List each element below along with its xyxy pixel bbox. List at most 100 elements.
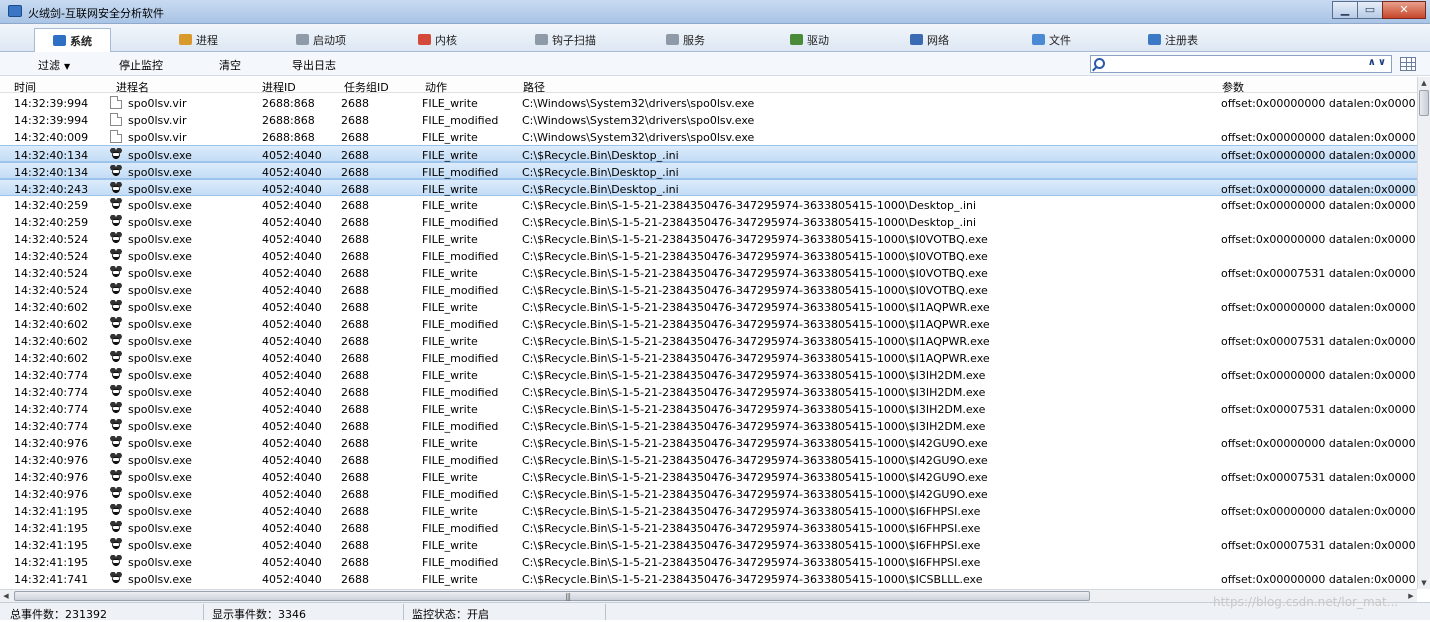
cell-name: spo0lsv.exe — [128, 437, 192, 450]
table-row[interactable]: 14:32:40:602 spo0lsv.exe 4052:4040 2688 FILE… — [0, 298, 1417, 315]
tab-network[interactable]: 网络 — [910, 27, 949, 52]
table-row[interactable]: 14:32:40:134 spo0lsv.exe 4052:4040 2688 FILE… — [0, 162, 1417, 179]
table-row[interactable]: 14:32:41:195 spo0lsv.exe 4052:4040 2688 FILE… — [0, 536, 1417, 553]
vertical-scrollbar[interactable]: ▲ ▼ — [1417, 77, 1430, 589]
search-next-icon[interactable]: ∨ — [1378, 57, 1388, 68]
startup-icon — [296, 34, 309, 45]
clear-button[interactable]: 清空 — [219, 57, 241, 73]
scroll-right-icon[interactable]: ▶ — [1405, 590, 1417, 602]
cell-task: 2688 — [341, 505, 369, 518]
table-row[interactable]: 14:32:40:602 spo0lsv.exe 4052:4040 2688 FILE… — [0, 349, 1417, 366]
cell-name: spo0lsv.exe — [128, 522, 192, 535]
cell-task: 2688 — [341, 352, 369, 365]
cell-time: 14:32:41:741 — [14, 573, 89, 586]
cell-task: 2688 — [341, 386, 369, 399]
cell-path: C:\$Recycle.Bin\S-1-5-21-2384350476-3472… — [522, 284, 988, 297]
cell-path: C:\$Recycle.Bin\S-1-5-21-2384350476-3472… — [522, 369, 986, 382]
table-row[interactable]: 14:32:40:259 spo0lsv.exe 4052:4040 2688 FILE… — [0, 196, 1417, 213]
tab-monitor[interactable]: 系统 — [34, 28, 111, 53]
table-row[interactable]: 14:32:40:259 spo0lsv.exe 4052:4040 2688 FILE… — [0, 213, 1417, 230]
cell-action: FILE_modified — [422, 556, 499, 569]
tab-registry[interactable]: 注册表 — [1148, 27, 1198, 52]
cell-time: 14:32:40:602 — [14, 318, 89, 331]
horizontal-scroll-thumb[interactable]: ||| — [14, 591, 1090, 601]
table-row[interactable]: 14:32:39:994 spo0lsv.vir 2688:868 2688 FILE_… — [0, 94, 1417, 111]
cell-path: C:\$Recycle.Bin\S-1-5-21-2384350476-3472… — [522, 386, 986, 399]
process-icon — [179, 34, 192, 45]
virus-process-icon — [110, 453, 122, 466]
scroll-left-icon[interactable]: ◀ — [0, 590, 12, 602]
export-log-button[interactable]: 导出日志 — [292, 57, 336, 73]
horizontal-scrollbar[interactable]: ◀ ||| ▶ — [0, 589, 1417, 602]
table-row[interactable]: 14:32:40:774 spo0lsv.exe 4052:4040 2688 FILE… — [0, 417, 1417, 434]
table-row[interactable]: 14:32:41:195 spo0lsv.exe 4052:4040 2688 FILE… — [0, 553, 1417, 570]
table-row[interactable]: 14:32:41:741 spo0lsv.exe 4052:4040 2688 FILE… — [0, 570, 1417, 587]
cell-time: 14:32:40:602 — [14, 352, 89, 365]
column-time[interactable]: 时间 — [14, 79, 36, 95]
tab-file[interactable]: 文件 — [1032, 27, 1071, 52]
search-input[interactable] — [1109, 57, 1349, 71]
cell-path: C:\$Recycle.Bin\S-1-5-21-2384350476-3472… — [522, 318, 990, 331]
minimize-button[interactable]: ▁ — [1332, 1, 1358, 19]
table-row[interactable]: 14:32:40:243 spo0lsv.exe 4052:4040 2688 FILE… — [0, 179, 1417, 196]
table-row[interactable]: 14:32:40:134 spo0lsv.exe 4052:4040 2688 FILE… — [0, 145, 1417, 162]
table-row[interactable]: 14:32:40:524 spo0lsv.exe 4052:4040 2688 FILE… — [0, 230, 1417, 247]
tab-startup[interactable]: 启动项 — [296, 27, 346, 52]
table-row[interactable]: 14:32:39:994 spo0lsv.vir 2688:868 2688 FILE_… — [0, 111, 1417, 128]
table-row[interactable]: 14:32:40:976 spo0lsv.exe 4052:4040 2688 FILE… — [0, 468, 1417, 485]
cell-path: C:\$Recycle.Bin\S-1-5-21-2384350476-3472… — [522, 301, 990, 314]
table-row[interactable]: 14:32:40:524 spo0lsv.exe 4052:4040 2688 FILE… — [0, 247, 1417, 264]
scroll-up-icon[interactable]: ▲ — [1418, 77, 1430, 89]
column-path[interactable]: 路径 — [523, 79, 545, 95]
vertical-scroll-thumb[interactable] — [1419, 90, 1429, 116]
table-row[interactable]: 14:32:41:195 spo0lsv.exe 4052:4040 2688 FILE… — [0, 519, 1417, 536]
table-row[interactable]: 14:32:40:602 spo0lsv.exe 4052:4040 2688 FILE… — [0, 332, 1417, 349]
filter-button[interactable]: 过滤 ▼ — [38, 57, 70, 73]
column-task-group[interactable]: 任务组ID — [344, 79, 389, 95]
maximize-button[interactable]: ▭ — [1357, 1, 1383, 19]
table-row[interactable]: 14:32:40:524 spo0lsv.exe 4052:4040 2688 FILE… — [0, 281, 1417, 298]
tab-service[interactable]: 服务 — [666, 27, 705, 52]
cell-path: C:\$Recycle.Bin\S-1-5-21-2384350476-3472… — [522, 267, 988, 280]
table-row[interactable]: 14:32:41:195 spo0lsv.exe 4052:4040 2688 FILE… — [0, 502, 1417, 519]
cell-pid: 4052:4040 — [262, 166, 322, 179]
search-prev-icon[interactable]: ∧ — [1368, 57, 1378, 68]
column-params[interactable]: 参数 — [1222, 79, 1244, 95]
table-row[interactable]: 14:32:40:976 spo0lsv.exe 4052:4040 2688 FILE… — [0, 434, 1417, 451]
cell-task: 2688 — [341, 301, 369, 314]
table-row[interactable]: 14:32:40:774 spo0lsv.exe 4052:4040 2688 FILE… — [0, 366, 1417, 383]
scroll-down-icon[interactable]: ▼ — [1418, 577, 1430, 589]
tab-hook[interactable]: 钩子扫描 — [535, 27, 596, 52]
cell-action: FILE_write — [422, 335, 478, 348]
column-settings-icon[interactable] — [1400, 57, 1416, 71]
table-row[interactable]: 14:32:40:602 spo0lsv.exe 4052:4040 2688 FILE… — [0, 315, 1417, 332]
tab-driver[interactable]: 驱动 — [790, 27, 829, 52]
cell-name: spo0lsv.exe — [128, 216, 192, 229]
virus-process-icon — [110, 470, 122, 483]
tab-label: 系统 — [70, 34, 92, 48]
column-action[interactable]: 动作 — [425, 79, 447, 95]
table-row[interactable]: 14:32:40:976 spo0lsv.exe 4052:4040 2688 FILE… — [0, 485, 1417, 502]
table-row[interactable]: 14:32:40:774 spo0lsv.exe 4052:4040 2688 FILE… — [0, 383, 1417, 400]
table-row[interactable]: 14:32:40:774 spo0lsv.exe 4052:4040 2688 FILE… — [0, 400, 1417, 417]
tab-process[interactable]: 进程 — [179, 27, 218, 52]
cell-path: C:\$Recycle.Bin\S-1-5-21-2384350476-3472… — [522, 539, 981, 552]
cell-action: FILE_modified — [422, 114, 499, 127]
cell-path: C:\Windows\System32\drivers\spo0lsv.exe — [522, 114, 755, 127]
tab-kernel[interactable]: 内核 — [418, 27, 457, 52]
virus-process-icon — [110, 317, 122, 330]
cell-path: C:\$Recycle.Bin\Desktop_.ini — [522, 149, 679, 162]
cell-task: 2688 — [341, 488, 369, 501]
column-pid[interactable]: 进程ID — [262, 79, 296, 95]
table-row[interactable]: 14:32:40:524 spo0lsv.exe 4052:4040 2688 FILE… — [0, 264, 1417, 281]
cell-pid: 4052:4040 — [262, 539, 322, 552]
stop-monitor-button[interactable]: 停止监控 — [119, 57, 163, 73]
cell-param: offset:0x00007531 datalen:0x0000 — [1221, 267, 1416, 280]
close-button[interactable]: ✕ — [1382, 1, 1426, 19]
table-row[interactable]: 14:32:40:009 spo0lsv.vir 2688:868 2688 FILE_… — [0, 128, 1417, 145]
cell-name: spo0lsv.vir — [128, 97, 187, 110]
column-process-name[interactable]: 进程名 — [116, 79, 149, 95]
cell-param: offset:0x00000000 datalen:0x0000 — [1221, 301, 1416, 314]
cell-task: 2688 — [341, 420, 369, 433]
table-row[interactable]: 14:32:40:976 spo0lsv.exe 4052:4040 2688 FILE… — [0, 451, 1417, 468]
